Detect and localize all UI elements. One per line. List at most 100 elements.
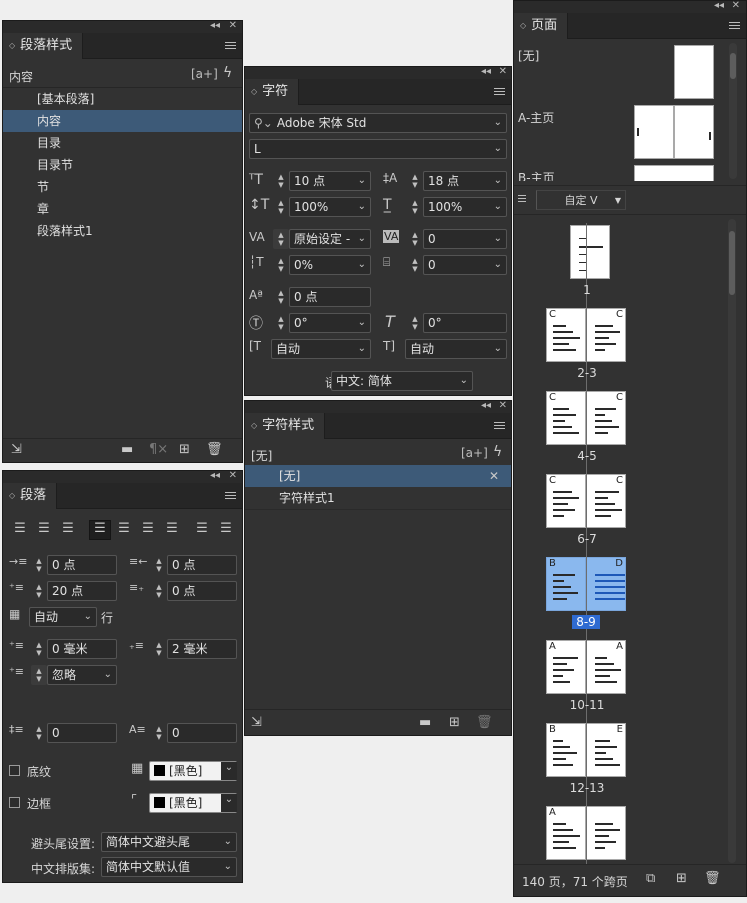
right-indent-field[interactable]: 0 点 — [167, 555, 237, 575]
space-before-field[interactable]: 0 毫米 — [47, 639, 117, 659]
page-size-icon[interactable]: ⧉ — [646, 871, 655, 886]
spread-item[interactable]: C C 6-7 — [514, 472, 724, 555]
shading-checkbox[interactable] — [9, 765, 20, 776]
aki-stepper[interactable]: ▲ ▼ — [407, 255, 423, 275]
spread-item[interactable]: B D 8-9 — [514, 555, 724, 638]
close-icon[interactable]: ✕ — [732, 0, 740, 11]
skew-field[interactable]: 0° — [423, 313, 507, 333]
page-thumbnail[interactable]: C — [546, 474, 586, 528]
spread-item[interactable]: A A 10-11 — [514, 638, 724, 721]
page-thumbnail[interactable]: C — [586, 474, 626, 528]
spread-item[interactable]: A — [514, 804, 724, 865]
tab-paragraph-styles[interactable]: ◇ 段落样式 — [3, 33, 84, 59]
panel-menu-icon[interactable] — [225, 42, 236, 51]
page-thumbnail[interactable] — [586, 806, 626, 860]
shading-swatch-icon[interactable]: ▦ — [131, 761, 143, 776]
paragraph-style-item[interactable]: 段落样式1 — [3, 220, 242, 242]
tab-paragraph[interactable]: ◇ 段落 — [3, 483, 58, 509]
tsume-field[interactable]: 0% ⌄ — [289, 255, 371, 275]
close-icon[interactable]: ✕ — [229, 470, 237, 481]
folder-icon[interactable]: ▬ — [121, 442, 133, 457]
panel-menu-icon[interactable] — [729, 22, 740, 31]
space-after-field[interactable]: 2 毫米 — [167, 639, 237, 659]
mojikumi-after-select[interactable]: 自动 ⌄ — [405, 339, 507, 359]
last-line-indent-field[interactable]: 0 点 — [167, 581, 237, 601]
master-item-none[interactable]: [无] — [518, 47, 539, 64]
master-b-thumbnail[interactable] — [634, 165, 714, 181]
trash-icon[interactable]: 🗑 — [476, 715, 493, 730]
justify-right-icon[interactable]: ☰ — [139, 521, 157, 536]
tsume-stepper[interactable]: ▲ ▼ — [273, 255, 289, 275]
align-grid-stepper[interactable]: ▲ ▼ — [31, 665, 47, 685]
language-select[interactable]: 中文: 简体 ⌄ — [331, 371, 473, 391]
panel-menu-icon[interactable] — [225, 492, 236, 501]
chevron-down-icon[interactable]: ⌄ — [221, 794, 237, 812]
tracking-field[interactable]: 0 ⌄ — [423, 229, 507, 249]
justify-center-icon[interactable]: ☰ — [115, 521, 133, 536]
master-a-right-thumbnail[interactable] — [674, 105, 714, 159]
page-thumbnail[interactable]: E — [586, 723, 626, 777]
folder-icon[interactable]: ▬ — [419, 715, 431, 730]
paragraph-style-item[interactable]: 章 — [3, 198, 242, 220]
view-size-select[interactable]: 自定 V ▼ — [536, 190, 626, 210]
aki-field[interactable]: 0 ⌄ — [423, 255, 507, 275]
paragraph-style-item[interactable]: 目录 — [3, 132, 242, 154]
character-rotation-field[interactable]: 0° ⌄ — [289, 313, 371, 333]
vscale-stepper[interactable]: ▲ ▼ — [273, 197, 289, 217]
kinsoku-select[interactable]: 简体中文避头尾 ⌄ — [101, 832, 237, 852]
mojikumi-before-select[interactable]: 自动 ⌄ — [271, 339, 371, 359]
border-checkbox[interactable] — [9, 797, 20, 808]
new-style-from-selection-icon[interactable]: [a+] — [191, 67, 218, 81]
space-before-stepper[interactable]: ▲ ▼ — [31, 639, 47, 659]
collapse-icon[interactable]: ◂◂ — [210, 470, 220, 481]
page-thumbnail[interactable]: C — [546, 391, 586, 445]
page-thumbnail[interactable]: C — [586, 391, 626, 445]
collapse-icon[interactable]: ◂◂ — [481, 400, 491, 411]
last-indent-stepper[interactable]: ▲ ▼ — [151, 581, 167, 601]
panel-menu-icon[interactable] — [494, 88, 505, 97]
masters-scrollbar[interactable] — [729, 43, 737, 179]
font-style-select[interactable]: L ⌄ — [249, 139, 507, 159]
page-thumbnail[interactable]: B — [546, 723, 586, 777]
font-size-field[interactable]: 10 点 ⌄ — [289, 171, 371, 191]
spread-item[interactable]: B E 12-13 — [514, 721, 724, 804]
justify-left-icon[interactable]: ☰ — [89, 520, 111, 540]
drop-chars-stepper[interactable]: ▲ ▼ — [151, 723, 167, 743]
left-indent-stepper[interactable]: ▲ ▼ — [31, 555, 47, 575]
page-thumbnail[interactable]: D — [586, 557, 626, 611]
align-towards-spine-icon[interactable]: ☰ — [193, 521, 211, 536]
drop-cap-lines-field[interactable]: 0 — [47, 723, 117, 743]
load-styles-icon[interactable]: ⇲ — [251, 715, 262, 730]
justify-all-icon[interactable]: ☰ — [163, 521, 181, 536]
horizontal-scale-field[interactable]: 100% ⌄ — [423, 197, 507, 217]
space-after-stepper[interactable]: ▲ ▼ — [151, 639, 167, 659]
tab-character[interactable]: ◇ 字符 — [245, 79, 300, 105]
tab-pages[interactable]: ◇ 页面 — [514, 13, 569, 39]
left-indent-field[interactable]: 0 点 — [47, 555, 117, 575]
character-style-item[interactable]: 字符样式1 — [245, 487, 511, 509]
spread-item[interactable]: 1 — [514, 223, 724, 306]
align-away-spine-icon[interactable]: ☰ — [217, 521, 235, 536]
page-thumbnail[interactable]: A — [586, 640, 626, 694]
baseline-shift-field[interactable]: 0 点 — [289, 287, 371, 307]
drop-cap-chars-field[interactable]: 0 — [167, 723, 237, 743]
trash-icon[interactable]: 🗑 — [206, 442, 223, 457]
leading-field[interactable]: 18 点 ⌄ — [423, 171, 507, 191]
new-page-icon[interactable]: ⊞ — [676, 871, 687, 886]
align-grid-select[interactable]: 忽略 ⌄ — [47, 665, 117, 685]
trash-icon[interactable]: 🗑 — [704, 871, 721, 886]
spread-item[interactable]: C C 2-3 — [514, 306, 724, 389]
close-icon[interactable]: ✕ — [499, 66, 507, 77]
baseline-stepper[interactable]: ▲ ▼ — [273, 287, 289, 307]
page-thumbnail[interactable]: C — [586, 308, 626, 362]
size-stepper[interactable]: ▲ ▼ — [273, 171, 289, 191]
rotate-stepper[interactable]: ▲ ▼ — [273, 313, 289, 333]
kerning-select[interactable]: 原始设定 - ⌄ — [289, 229, 371, 249]
collapse-icon[interactable]: ◂◂ — [481, 66, 491, 77]
page-thumbnail[interactable]: B — [546, 557, 586, 611]
close-icon[interactable]: ✕ — [229, 20, 237, 31]
pages-scrollbar[interactable] — [728, 219, 736, 863]
collapse-icon[interactable]: ◂◂ — [714, 0, 724, 11]
master-none-thumbnail[interactable] — [674, 45, 714, 99]
new-style-icon[interactable]: ⊞ — [449, 715, 460, 730]
